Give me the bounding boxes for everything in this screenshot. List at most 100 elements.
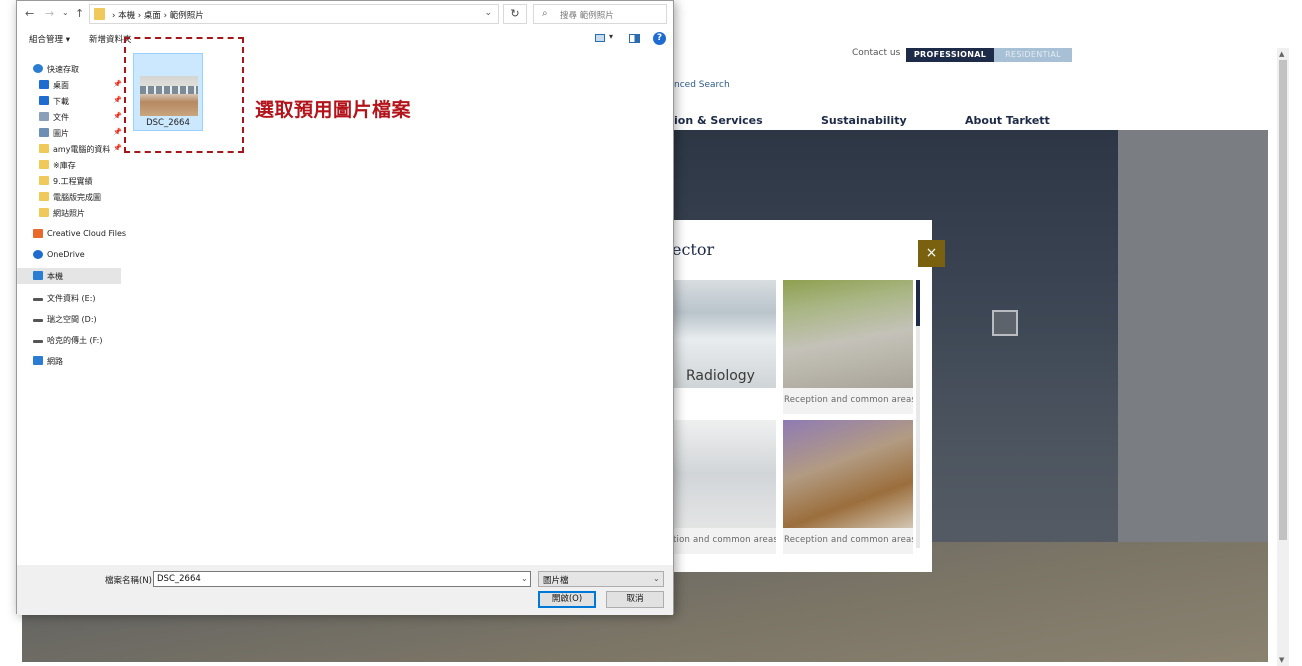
modal-scrollbar-thumb[interactable] — [916, 280, 920, 326]
residential-tab[interactable]: RESIDENTIAL — [994, 48, 1072, 62]
filename-label: 檔案名稱(N): — [105, 576, 155, 586]
sidebar-item-label: 下載 — [53, 97, 69, 106]
organize-button[interactable]: 組合管理 ▾ — [29, 33, 70, 45]
sidebar-item[interactable]: 快速存取 — [17, 61, 121, 77]
cancel-button[interactable]: 取消 — [606, 591, 664, 608]
filename-dropdown-icon[interactable]: ⌄ — [521, 574, 528, 583]
network-icon — [33, 356, 43, 365]
sidebar-item-label: Creative Cloud Files — [47, 229, 127, 238]
address-bar[interactable]: › 本機 › 桌面 › 範例照片 ⌄ — [89, 4, 499, 24]
open-button[interactable]: 開啟(O) — [538, 591, 596, 608]
contact-us-link[interactable]: Contact us — [852, 48, 900, 58]
pin-icon: 📌 — [113, 80, 122, 88]
tile-caption: Reception and common areas — [784, 395, 913, 405]
nav-solutions-services[interactable]: ion & Services — [674, 114, 763, 127]
sidebar-item-label: 文件 — [53, 113, 69, 122]
star-icon — [33, 64, 43, 73]
this-pc-icon — [33, 271, 43, 280]
address-dropdown-icon[interactable]: ⌄ — [484, 8, 492, 18]
scroll-down-arrow-icon[interactable]: ▼ — [1279, 656, 1284, 664]
folder-icon — [94, 8, 105, 20]
back-arrow-icon[interactable]: ← — [25, 7, 34, 20]
onedrive-icon — [33, 250, 43, 259]
sidebar-item[interactable]: 文件資料 (E:) — [17, 290, 121, 306]
sidebar-item[interactable]: 本機 — [17, 268, 121, 284]
address-row: ← → ⌄ ↑ › 本機 › 桌面 › 範例照片 ⌄ ↻ ⌕ 搜尋 範例照片 — [17, 1, 673, 27]
sidebar-item-label: 網站照片 — [53, 209, 85, 218]
annotation-highlight-box — [124, 37, 244, 153]
refresh-button[interactable]: ↻ — [503, 4, 527, 24]
sidebar-item[interactable]: 文件 📌 — [17, 109, 122, 125]
modal-close-button[interactable]: × — [918, 240, 945, 267]
scroll-up-arrow-icon[interactable]: ▲ — [1279, 50, 1284, 58]
breadcrumb[interactable]: › 本機 › 桌面 › 範例照片 — [112, 9, 204, 21]
professional-tab[interactable]: PROFESSIONAL — [906, 48, 994, 62]
advanced-search-link[interactable]: nced Search — [674, 80, 730, 90]
annotation-text: 選取預用圖片檔案 — [255, 99, 412, 121]
sidebar-item-label: 電腦版完成圖 — [53, 193, 101, 202]
sidebar-item-label: 桌面 — [53, 81, 69, 90]
dialog-toolbar: 組合管理 ▾ 新增資料夾 ▾ ? — [17, 29, 673, 49]
nav-sustainability[interactable]: Sustainability — [821, 114, 907, 127]
creative-cloud-icon — [33, 229, 43, 238]
sector-tile[interactable]: Reception and common areas — [783, 420, 913, 554]
tile-caption: tion and common areas — [673, 535, 776, 545]
sidebar-item[interactable]: 電腦版完成圖 — [17, 189, 121, 205]
sidebar-item[interactable]: 圖片 📌 — [17, 125, 122, 141]
pin-icon: 📌 — [113, 144, 122, 152]
sidebar-item[interactable]: ※庫存 — [17, 157, 121, 173]
tile-overlay-text: Radiology — [686, 368, 755, 384]
forward-arrow-icon[interactable]: → — [45, 7, 54, 20]
sector-tile-image — [672, 420, 776, 528]
nav-about-tarkett[interactable]: About Tarkett — [965, 114, 1050, 127]
sector-tile-image: Radiology — [672, 280, 776, 388]
sidebar-item-label: 本機 — [47, 272, 63, 281]
up-arrow-icon[interactable]: ↑ — [75, 7, 84, 20]
file-open-dialog: ← → ⌄ ↑ › 本機 › 桌面 › 範例照片 ⌄ ↻ ⌕ 搜尋 範例照片 組… — [16, 0, 674, 615]
sector-tile[interactable]: Reception and common areas — [783, 280, 913, 414]
sidebar-item[interactable]: Creative Cloud Files — [17, 226, 126, 242]
sidebar-item[interactable]: 網站照片 — [17, 205, 121, 221]
sector-tile[interactable]: tion and common areas — [672, 420, 776, 554]
filename-input[interactable]: DSC_2664 — [153, 571, 531, 587]
search-placeholder: 搜尋 範例照片 — [560, 11, 614, 21]
preview-pane-icon[interactable] — [629, 34, 640, 43]
sidebar-item-label: 瑞之空間 (D:) — [47, 315, 97, 324]
filetype-select[interactable]: 圖片檔 — [538, 571, 664, 587]
folder-icon — [39, 192, 49, 201]
drive-icon — [33, 298, 43, 301]
sector-tile-image — [783, 420, 913, 528]
sidebar-item-label: amy電腦的資料 — [53, 145, 111, 154]
sidebar-item[interactable]: 9.工程實績 — [17, 173, 121, 189]
sidebar-item-label: OneDrive — [47, 250, 85, 259]
pin-icon: 📌 — [113, 96, 122, 104]
recent-locations-icon[interactable]: ⌄ — [62, 8, 69, 17]
sidebar-item-label: ※庫存 — [53, 161, 76, 170]
sector-tile[interactable]: Radiology — [672, 280, 776, 388]
pictures-icon — [39, 128, 49, 137]
document-icon — [39, 112, 49, 121]
sidebar-item-label: 文件資料 (E:) — [47, 294, 96, 303]
page-scrollbar-thumb[interactable] — [1279, 60, 1287, 540]
sidebar-item[interactable]: 哈克的傳土 (F:) — [17, 332, 121, 348]
hero-square-button[interactable] — [992, 310, 1018, 336]
website-top-bar: Contact us PROFESSIONAL RESIDENTIAL — [672, 48, 1270, 62]
sidebar-item[interactable]: 下載 📌 — [17, 93, 122, 109]
sidebar-item[interactable]: 瑞之空間 (D:) — [17, 311, 121, 327]
search-input[interactable]: ⌕ 搜尋 範例照片 — [533, 4, 667, 24]
view-dropdown-icon[interactable]: ▾ — [609, 32, 613, 41]
filetype-dropdown-icon[interactable]: ⌄ — [653, 574, 660, 583]
help-icon[interactable]: ? — [653, 32, 666, 45]
view-options-icon[interactable] — [595, 34, 605, 42]
sidebar-item[interactable]: 網路 — [17, 353, 121, 369]
sidebar-item-label: 網路 — [47, 357, 63, 366]
folder-icon — [39, 176, 49, 185]
tile-caption: Reception and common areas — [784, 535, 913, 545]
sidebar-item[interactable]: OneDrive — [17, 247, 121, 263]
sidebar-item[interactable]: amy電腦的資料 📌 — [17, 141, 122, 157]
modal-title: ector — [672, 240, 715, 259]
screen: Contact us PROFESSIONAL RESIDENTIAL nced… — [0, 0, 1302, 666]
folder-icon — [39, 208, 49, 217]
sidebar-item-label: 快速存取 — [47, 65, 79, 74]
sidebar-item[interactable]: 桌面 📌 — [17, 77, 122, 93]
